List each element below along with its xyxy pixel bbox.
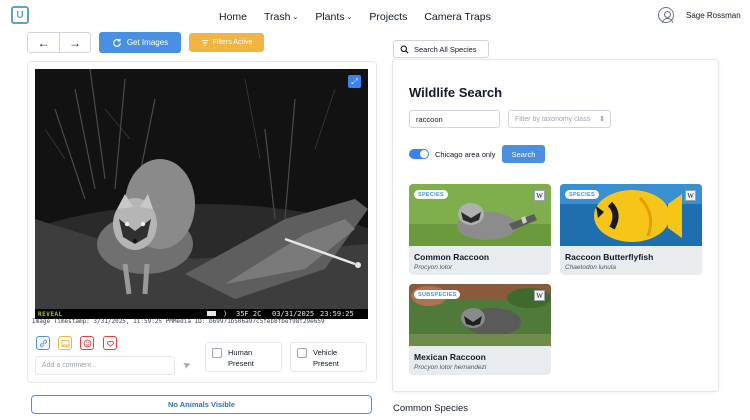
species-search-value: raccoon [416,114,443,124]
search-all-species-label: Search All Species [414,44,477,54]
nav-camera-traps[interactable]: Camera Traps [424,11,491,23]
species-scientific-name: Procyon lotor [414,264,453,271]
nav-camera-traps-label: Camera Traps [424,11,491,23]
human-present-toggle[interactable]: Human Present [205,342,282,372]
link-icon [39,339,47,347]
user-avatar-icon [658,7,674,23]
moon-phase-icon: ) [223,310,228,318]
expand-icon: ⤢ [351,76,358,86]
wikipedia-link-icon[interactable]: W [685,190,696,201]
search-all-species-button[interactable]: Search All Species [393,40,489,58]
nav-links: Home Trash ⌄ Plants ⌄ Projects Camera Trap… [219,11,508,23]
pager: ← → [27,32,91,53]
human-present-label: Human Present [228,348,254,368]
vehicle-present-toggle[interactable]: Vehicle Present [290,342,367,372]
wikipedia-link-icon[interactable]: W [534,290,545,301]
camera-temperature: 35F 2C [236,310,262,318]
common-species-heading: Common Species [393,403,468,414]
taxonomy-filter-select[interactable]: Filter by taxonomy class ⇕ [508,110,611,128]
logo-letter: U [16,9,24,21]
filters-active-label: Filters Active [212,39,253,46]
image-icon [60,339,70,347]
species-scientific-name: Procyon lotor hernandezi [414,364,487,371]
wildlife-search-button[interactable]: Search [502,145,545,163]
species-name: Raccoon Butterflyfish [565,252,654,262]
species-name: Common Raccoon [414,252,490,262]
nav-home-label: Home [219,11,248,23]
comment-input[interactable]: Add a comment... [35,356,175,375]
next-image-button[interactable]: → [59,33,90,52]
heart-icon [106,340,114,347]
nav-home[interactable]: Home [219,11,247,23]
nav-projects-label: Projects [369,11,408,23]
get-images-label: Get Images [126,38,169,47]
taxonomy-filter-placeholder: Filter by taxonomy class [515,115,591,123]
species-scientific-name: Chaetodon lunula [565,264,616,271]
open-image-button[interactable] [58,336,72,350]
species-card-mexican-raccoon[interactable]: SUBSPECIES W Mexican Raccoon Procyon lot… [409,284,551,375]
copy-link-button[interactable] [36,336,50,350]
human-present-checkbox[interactable] [212,348,222,358]
species-badge: SPECIES [414,190,448,199]
camera-date: 03/31/2025 [272,310,315,318]
chevron-down-icon: ⌄ [292,14,299,21]
battery-icon [207,311,216,316]
species-search-input[interactable]: raccoon [409,110,500,128]
species-badge: SPECIES [565,190,599,199]
get-images-button[interactable]: Get Images [99,32,181,53]
reaction-button[interactable] [80,336,94,350]
chicago-area-label: Chicago area only [435,150,496,159]
top-nav: U Home Trash ⌄ Plants ⌄ Projects Camera Tr… [0,0,750,34]
comment-placeholder: Add a comment... [42,362,97,369]
user-name: Sage Rossman [686,10,741,20]
app-logo[interactable]: U [11,6,29,24]
no-animals-visible-button[interactable]: No Animals Visible [31,395,372,414]
favorite-button[interactable] [103,336,117,350]
wikipedia-link-icon[interactable]: W [534,190,545,201]
chevron-down-icon: ⌄ [346,14,353,21]
image-metadata: Image Timestamp: 3/31/2025, 11:59:25 PMM… [32,318,325,325]
camera-time: 23:59:25 [320,310,354,318]
arrow-left-icon: ← [37,35,50,50]
species-card-common-raccoon[interactable]: SPECIES W Common Raccoon Procyon lotor [409,184,551,275]
camera-brand: REVEAL [38,310,63,318]
smile-icon [83,339,91,347]
user-menu[interactable]: Sage Rossman [658,7,741,23]
chicago-area-toggle[interactable] [409,149,429,159]
fullscreen-button[interactable]: ⤢ [348,75,361,88]
filters-active-button[interactable]: Filters Active [189,33,264,52]
nav-plants-label: Plants [315,11,345,23]
chevron-updown-icon: ⇕ [599,116,605,123]
filter-icon [201,39,208,46]
night-scene-raccoon [35,69,368,319]
subspecies-badge: SUBSPECIES [414,290,461,299]
refresh-icon [112,38,121,47]
vehicle-present-checkbox[interactable] [297,348,307,358]
nav-trash-label: Trash [264,11,291,23]
vehicle-present-label: Vehicle Present [313,348,339,368]
nav-plants[interactable]: Plants ⌄ [315,11,352,23]
species-name: Mexican Raccoon [414,352,486,362]
species-card-raccoon-butterflyfish[interactable]: SPECIES W Raccoon Butterflyfish Chaetodo… [560,184,702,275]
search-icon [400,45,409,54]
image-toolbar: ← → Get Images Filters Active [27,32,264,53]
camera-trap-image[interactable]: ⤢ REVEAL ) 35F 2C 03/31/2025 23:59:25 [35,69,368,319]
nav-projects[interactable]: Projects [369,11,407,23]
nav-trash[interactable]: Trash ⌄ [264,11,298,23]
wildlife-search-title: Wildlife Search [409,85,503,100]
previous-image-button[interactable]: ← [28,33,59,52]
arrow-right-icon: → [69,35,81,50]
